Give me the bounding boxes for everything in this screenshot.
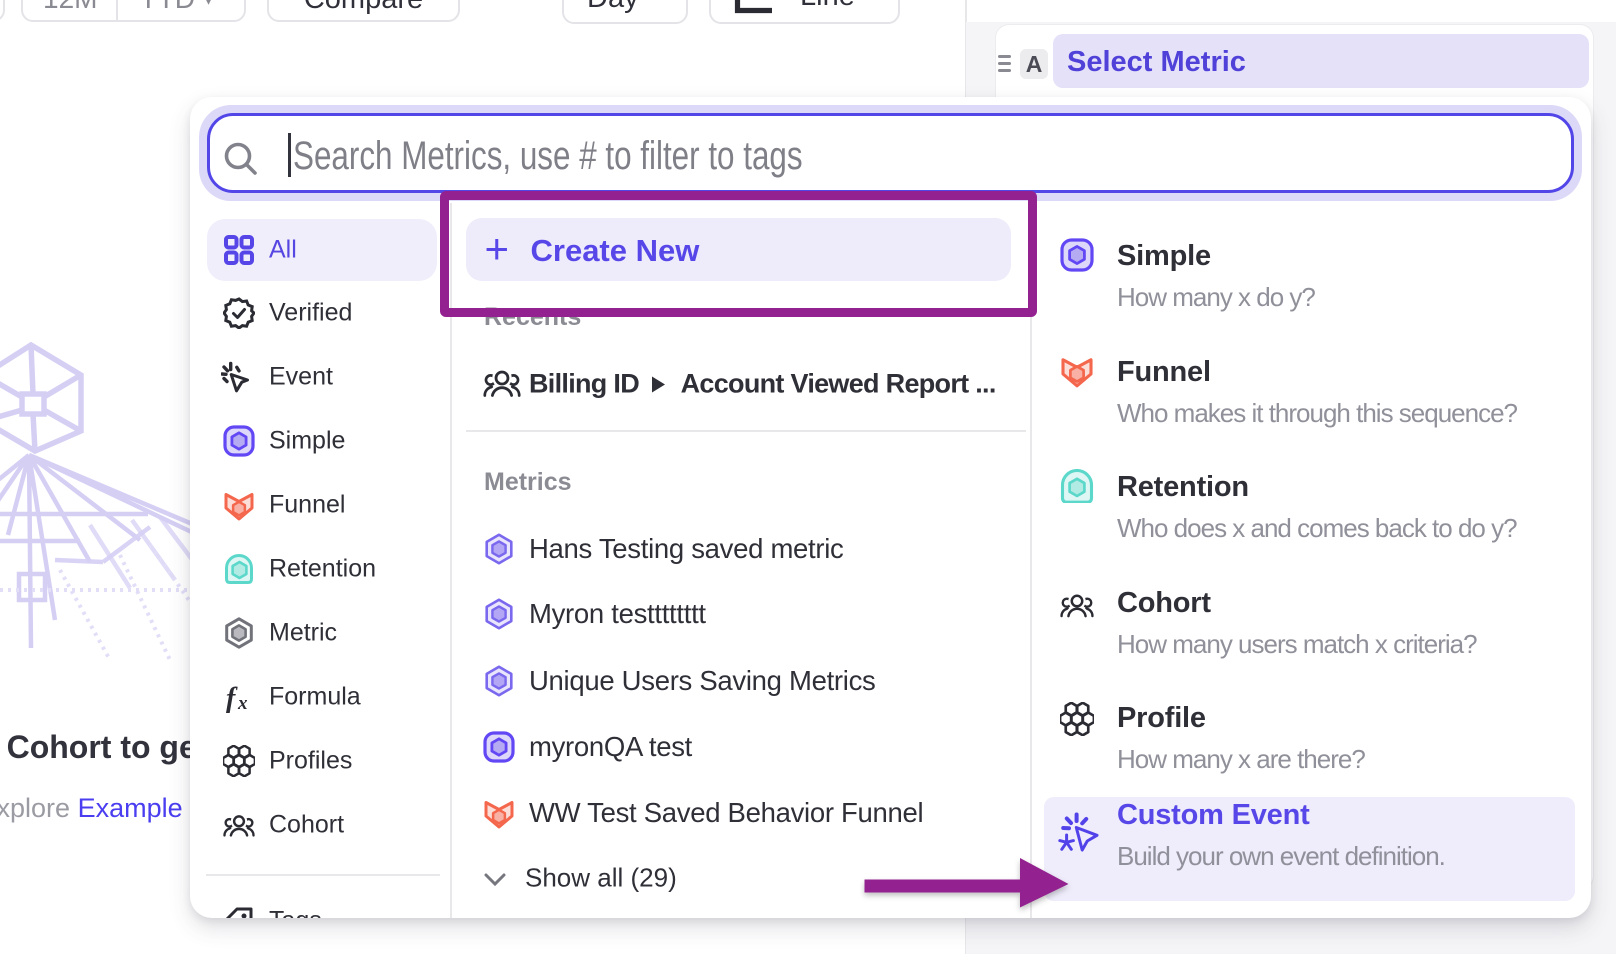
svg-text:f: f xyxy=(226,683,238,713)
svg-text:x: x xyxy=(237,693,248,713)
